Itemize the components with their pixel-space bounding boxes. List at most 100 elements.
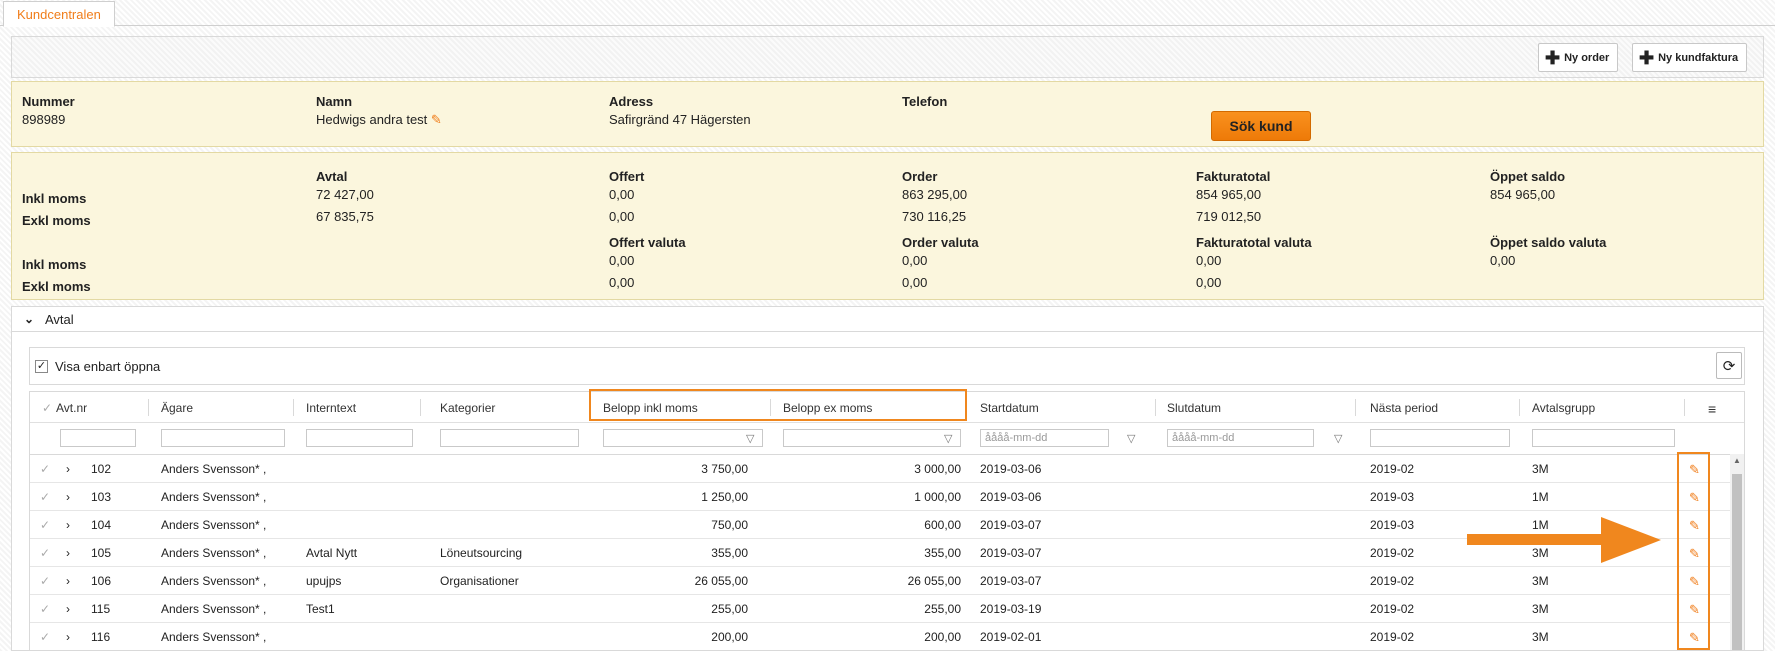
new-order-button[interactable]: ✚ Ny order bbox=[1538, 43, 1619, 72]
edit-pencil-icon[interactable]: ✎ bbox=[1689, 546, 1700, 562]
offert-valuta-inkl: 0,00 bbox=[609, 253, 635, 268]
cell-agare: Anders Svensson* , bbox=[161, 602, 267, 616]
col-startdatum[interactable]: Startdatum bbox=[980, 401, 1039, 415]
cell-nasta-period: 2019-02 bbox=[1370, 462, 1415, 476]
row-check-icon[interactable]: ✓ bbox=[40, 518, 50, 532]
offert-exkl: 0,00 bbox=[609, 209, 635, 224]
vertical-scrollbar[interactable]: ▲ bbox=[1730, 454, 1744, 650]
arrow-shaft bbox=[1467, 534, 1601, 545]
inkl-label-valuta: Inkl moms bbox=[22, 257, 87, 272]
scrollbar-thumb[interactable] bbox=[1732, 474, 1742, 650]
filter-funnel-icon[interactable]: ▽ bbox=[1127, 432, 1135, 445]
table-row[interactable]: ✓ › 116 Anders Svensson* , 200,00 200,00 2019-… bbox=[30, 623, 1744, 650]
edit-pencil-icon[interactable]: ✎ bbox=[1689, 602, 1700, 618]
edit-name-pencil-icon[interactable]: ✎ bbox=[431, 112, 442, 127]
row-expand-chevron-icon[interactable]: › bbox=[66, 518, 70, 532]
col-belopp-ex[interactable]: Belopp ex moms bbox=[783, 401, 872, 415]
only-open-checkbox[interactable]: ✓ bbox=[35, 360, 48, 373]
row-check-icon[interactable]: ✓ bbox=[40, 546, 50, 560]
cell-belopp-ex: 355,00 bbox=[924, 546, 961, 560]
filter-belopp-ex[interactable] bbox=[783, 429, 961, 447]
cell-kategorier: Löneutsourcing bbox=[440, 546, 523, 560]
table-row[interactable]: ✓ › 102 Anders Svensson* , 3 750,00 3 000,00 2… bbox=[30, 455, 1744, 483]
search-customer-button[interactable]: Sök kund bbox=[1211, 111, 1311, 141]
offert-inkl: 0,00 bbox=[609, 187, 635, 202]
col-kategorier[interactable]: Kategorier bbox=[440, 401, 495, 415]
col-agare[interactable]: Ägare bbox=[161, 401, 193, 415]
row-expand-chevron-icon[interactable]: › bbox=[66, 462, 70, 476]
oppet-saldo-label: Öppet saldo bbox=[1490, 169, 1566, 184]
row-check-icon[interactable]: ✓ bbox=[40, 574, 50, 588]
col-avtnr[interactable]: Avt.nr bbox=[56, 401, 87, 415]
cell-nasta-period: 2019-02 bbox=[1370, 574, 1415, 588]
edit-pencil-icon[interactable]: ✎ bbox=[1689, 490, 1700, 506]
cell-startdatum: 2019-02-01 bbox=[980, 630, 1042, 644]
table-row[interactable]: ✓ › 103 Anders Svensson* , 1 250,00 1 000,00 2… bbox=[30, 483, 1744, 511]
filter-slutdatum[interactable]: åååå-mm-dd bbox=[1167, 429, 1314, 447]
order-exkl: 730 116,25 bbox=[902, 209, 967, 224]
col-avtalsgrupp[interactable]: Avtalsgrupp bbox=[1532, 401, 1595, 415]
edit-pencil-icon[interactable]: ✎ bbox=[1689, 518, 1700, 534]
filter-belopp-inkl[interactable] bbox=[603, 429, 763, 447]
col-belopp-inkl[interactable]: Belopp inkl moms bbox=[603, 401, 698, 415]
row-check-icon[interactable]: ✓ bbox=[40, 630, 50, 644]
faktura-valuta-inkl: 0,00 bbox=[1196, 253, 1222, 268]
new-invoice-button[interactable]: ✚ Ny kundfaktura bbox=[1632, 43, 1748, 72]
table-row[interactable]: ✓ › 115 Anders Svensson* , Test1 255,00 255,00… bbox=[30, 595, 1744, 623]
cell-kategorier: Organisationer bbox=[440, 574, 519, 588]
faktura-inkl: 854 965,00 bbox=[1196, 187, 1262, 202]
address-label: Adress bbox=[609, 94, 654, 109]
column-separator bbox=[1519, 399, 1520, 416]
filter-nasta-period[interactable] bbox=[1370, 429, 1510, 447]
faktura-exkl: 719 012,50 bbox=[1196, 209, 1262, 224]
filter-funnel-icon[interactable]: ▽ bbox=[1334, 432, 1342, 445]
row-expand-chevron-icon[interactable]: › bbox=[66, 490, 70, 504]
table-row[interactable]: ✓ › 106 Anders Svensson* , upujps Organisatio… bbox=[30, 567, 1744, 595]
row-check-icon[interactable]: ✓ bbox=[40, 462, 50, 476]
cell-avtnr: 103 bbox=[91, 490, 112, 504]
oppet-saldo-valuta-inkl: 0,00 bbox=[1490, 253, 1516, 268]
column-menu-icon[interactable]: ≡ bbox=[1708, 401, 1716, 417]
customer-name: Hedwigs andra test bbox=[316, 112, 428, 127]
row-expand-chevron-icon[interactable]: › bbox=[66, 602, 70, 616]
filter-avtalsgrupp[interactable] bbox=[1532, 429, 1675, 447]
column-separator bbox=[420, 399, 421, 416]
row-expand-chevron-icon[interactable]: › bbox=[66, 574, 70, 588]
edit-pencil-icon[interactable]: ✎ bbox=[1689, 630, 1700, 646]
col-slutdatum[interactable]: Slutdatum bbox=[1167, 401, 1221, 415]
filter-kategorier[interactable] bbox=[440, 429, 579, 447]
filter-funnel-icon[interactable]: ▽ bbox=[746, 432, 754, 445]
filter-interntext[interactable] bbox=[306, 429, 413, 447]
col-interntext[interactable]: Interntext bbox=[306, 401, 356, 415]
scroll-up-arrow-icon[interactable]: ▲ bbox=[1733, 456, 1741, 465]
cell-startdatum: 2019-03-07 bbox=[980, 574, 1042, 588]
row-expand-chevron-icon[interactable]: › bbox=[66, 546, 70, 560]
col-nasta-period[interactable]: Nästa period bbox=[1370, 401, 1438, 415]
filter-startdatum[interactable]: åååå-mm-dd bbox=[980, 429, 1109, 447]
column-separator bbox=[293, 399, 294, 416]
offert-valuta-label: Offert valuta bbox=[609, 235, 686, 250]
arrow-head bbox=[1601, 517, 1661, 563]
refresh-icon: ⟳ bbox=[1722, 357, 1736, 375]
name-label: Namn bbox=[316, 94, 353, 109]
tab-kundcentralen[interactable]: Kundcentralen bbox=[3, 1, 115, 27]
select-all-check-icon[interactable]: ✓ bbox=[42, 401, 52, 415]
filter-funnel-icon[interactable]: ▽ bbox=[944, 432, 952, 445]
edit-pencil-icon[interactable]: ✎ bbox=[1689, 462, 1700, 478]
cell-belopp-inkl: 750,00 bbox=[711, 518, 748, 532]
avtal-section-header[interactable]: ⌄ Avtal bbox=[11, 306, 1764, 332]
row-check-icon[interactable]: ✓ bbox=[40, 490, 50, 504]
cell-nasta-period: 2019-03 bbox=[1370, 490, 1415, 504]
filter-agare[interactable] bbox=[161, 429, 285, 447]
column-separator bbox=[1155, 399, 1156, 416]
chevron-down-icon[interactable]: ⌄ bbox=[24, 312, 34, 326]
cell-avtalsgrupp: 3M bbox=[1532, 574, 1549, 588]
edit-pencil-icon[interactable]: ✎ bbox=[1689, 574, 1700, 590]
customer-info-panel: Nummer 898989 Namn Hedwigs andra test ✎ … bbox=[11, 81, 1764, 147]
row-check-icon[interactable]: ✓ bbox=[40, 602, 50, 616]
cell-belopp-inkl: 26 055,00 bbox=[694, 574, 748, 588]
oppet-saldo-valuta-label: Öppet saldo valuta bbox=[1490, 235, 1607, 250]
refresh-button[interactable]: ⟳ bbox=[1716, 352, 1742, 379]
filter-avtnr[interactable] bbox=[60, 429, 136, 447]
row-expand-chevron-icon[interactable]: › bbox=[66, 630, 70, 644]
